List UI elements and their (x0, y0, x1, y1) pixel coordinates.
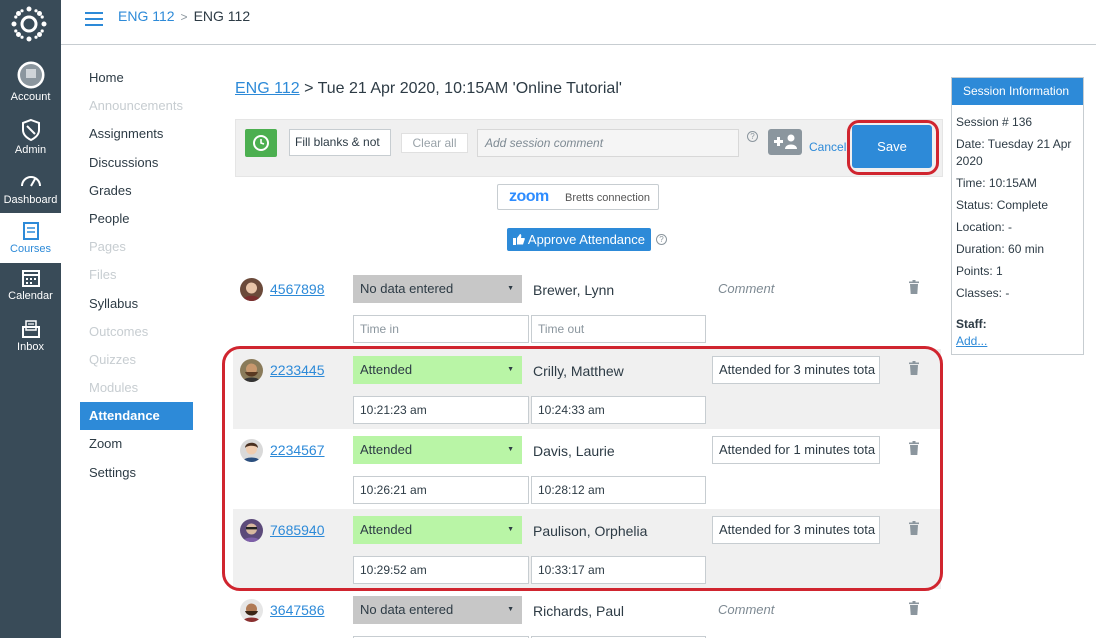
course-nav-modules: Modules (89, 380, 139, 396)
help-icon[interactable]: ? (747, 131, 758, 142)
course-nav-attendance[interactable]: Attendance (80, 402, 193, 431)
course-nav-assignments[interactable]: Assignments (80, 120, 193, 148)
dashboard-icon (20, 176, 41, 187)
approve-attendance-label: Approve Attendance (527, 232, 645, 247)
caret-down-icon: ▼ (507, 606, 514, 613)
course-nav-home[interactable]: Home (80, 64, 193, 92)
global-nav-admin-label: Admin (14, 144, 47, 156)
fill-mode-select-value: Fill blanks & not (295, 135, 380, 149)
page-title-session: > Tue 21 Apr 2020, 10:15AM 'Online Tutor… (299, 80, 622, 97)
save-button[interactable]: Save (852, 125, 932, 168)
approve-help-icon[interactable]: ? (656, 234, 667, 245)
global-nav-admin[interactable]: Admin (0, 118, 61, 156)
session-date: Date: Tuesday 21 Apr 2020 (956, 137, 1072, 168)
page-title-course-link[interactable]: ENG 112 (235, 80, 300, 97)
course-nav: Home Announcements Assignments Discussio… (80, 64, 193, 487)
global-nav-inbox-label: Inbox (17, 341, 44, 353)
session-staff-label: Staff: (956, 317, 987, 331)
clear-all-button[interactable]: Clear all (401, 133, 468, 153)
session-classes: Classes: - (956, 286, 1010, 300)
global-nav-inbox[interactable]: Inbox (0, 319, 61, 353)
course-nav-quizzes: Quizzes (89, 351, 136, 367)
breadcrumb-course-link[interactable]: ENG 112 (118, 8, 175, 24)
account-icon (17, 61, 44, 89)
attendance-toolbar: Fill blanks & not Clear all Add session … (235, 119, 943, 177)
global-nav-calendar[interactable]: Calendar (0, 268, 61, 302)
session-info-panel: Session Information Session # 136 Date: … (951, 77, 1084, 355)
header-bar: ENG 112 > ENG 112 (61, 0, 1096, 45)
student-avatar (240, 278, 263, 301)
session-duration: Duration: 60 min (956, 242, 1045, 256)
student-avatar (240, 599, 263, 622)
attended-rows-highlight-ring (222, 346, 943, 591)
approve-attendance-button[interactable]: Approve Attendance (507, 228, 651, 251)
student-id-link[interactable]: 3647586 (270, 602, 325, 618)
course-nav-files: Files (89, 267, 117, 283)
course-nav-people[interactable]: People (80, 205, 193, 233)
cancel-link[interactable]: Cancel (809, 140, 846, 154)
course-nav-discussions[interactable]: Discussions (80, 149, 193, 177)
course-nav-pages: Pages (89, 239, 126, 255)
thumbs-up-icon (513, 234, 525, 245)
courses-book-icon (22, 222, 39, 240)
student-comment-input[interactable]: Comment (712, 275, 880, 303)
session-comment-input[interactable]: Add session comment (477, 129, 739, 157)
breadcrumb-chevron-icon: > (180, 10, 188, 24)
zoom-connection-button[interactable]: zoom Bretts connection (497, 184, 659, 210)
caret-down-icon: ▼ (507, 285, 514, 292)
global-nav-dashboard-label: Dashboard (3, 194, 58, 206)
inbox-icon (21, 320, 40, 338)
session-points: Points: 1 (956, 264, 1003, 278)
session-time: Time: 10:15AM (956, 176, 1037, 190)
zoom-logo: zoom (509, 188, 549, 205)
student-comment-input[interactable]: Comment (712, 596, 880, 624)
add-staff-link[interactable]: Add... (956, 334, 987, 348)
session-location: Location: - (956, 220, 1013, 234)
trash-icon[interactable] (908, 280, 920, 294)
student-row: 3647586 No data entered ▼ Richards, Paul … (233, 589, 941, 638)
admin-shield-icon (21, 118, 40, 142)
student-name: Richards, Paul (533, 603, 625, 619)
session-info-header: Session Information (952, 78, 1083, 105)
student-name: Brewer, Lynn (533, 282, 615, 298)
hamburger-menu-icon[interactable] (85, 12, 103, 30)
global-nav-dashboard[interactable]: Dashboard (0, 170, 61, 206)
breadcrumb: ENG 112 > ENG 112 (118, 8, 250, 24)
course-nav-zoom[interactable]: Zoom (80, 430, 193, 458)
course-nav-grades[interactable]: Grades (80, 177, 193, 205)
global-nav-account-label: Account (10, 91, 51, 103)
session-number: Session # 136 (956, 115, 1033, 129)
global-nav-courses[interactable]: Courses (0, 213, 61, 263)
global-nav: Account Admin Dashboard Courses Calendar (0, 0, 61, 638)
course-nav-syllabus[interactable]: Syllabus (80, 290, 193, 318)
add-students-button[interactable] (768, 129, 802, 155)
trash-icon[interactable] (908, 601, 920, 615)
global-nav-calendar-label: Calendar (8, 290, 53, 302)
page-title: ENG 112 > Tue 21 Apr 2020, 10:15AM 'Onli… (235, 80, 622, 98)
add-person-icon (774, 134, 797, 149)
global-nav-courses-label: Courses (10, 243, 51, 255)
clock-icon (253, 135, 269, 151)
attendance-status-value: No data entered (360, 602, 454, 617)
zoom-connection-label: Bretts connection (565, 192, 650, 204)
session-status: Status: Complete (956, 198, 1049, 212)
time-in-input[interactable]: Time in (353, 315, 529, 343)
student-row: 4567898 No data entered ▼ Brewer, Lynn Co… (233, 268, 941, 348)
course-nav-outcomes: Outcomes (89, 323, 149, 339)
course-nav-settings[interactable]: Settings (80, 459, 193, 487)
time-out-input[interactable]: Time out (531, 315, 706, 343)
fill-mode-select[interactable]: Fill blanks & not (289, 129, 391, 156)
attendance-status-select[interactable]: No data entered ▼ (353, 596, 522, 624)
attendance-status-value: No data entered (360, 281, 454, 296)
calendar-icon (21, 270, 40, 287)
course-nav-announcements: Announcements (89, 98, 183, 114)
canvas-logo-icon[interactable] (11, 6, 47, 42)
breadcrumb-current: ENG 112 (193, 8, 251, 24)
student-id-link[interactable]: 4567898 (270, 281, 325, 297)
clock-button[interactable] (245, 129, 277, 157)
attendance-status-select[interactable]: No data entered ▼ (353, 275, 522, 303)
global-nav-account[interactable]: Account (0, 61, 61, 103)
